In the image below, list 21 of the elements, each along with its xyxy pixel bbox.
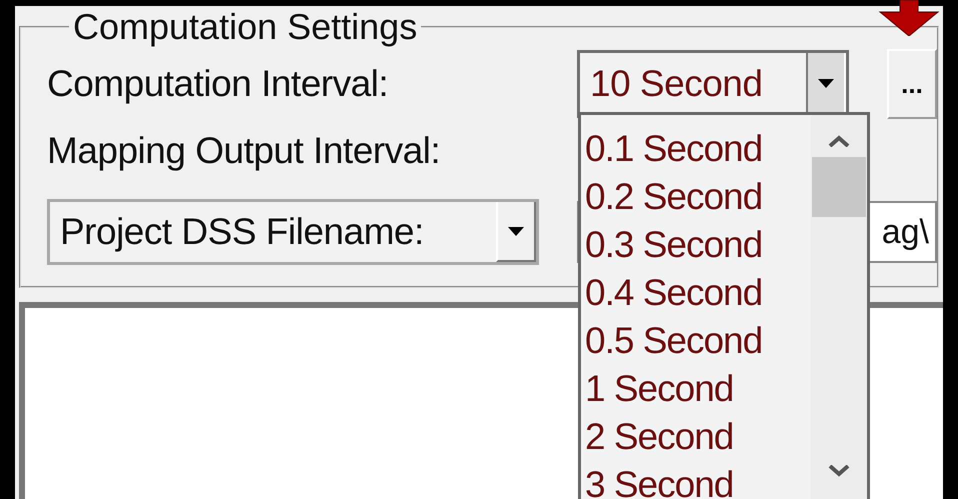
dropdown-option[interactable]: 1 Second xyxy=(581,365,811,413)
scroll-down-icon[interactable] xyxy=(828,465,850,477)
caret-icon xyxy=(508,226,524,236)
scroll-thumb[interactable] xyxy=(812,157,866,217)
dropdown-option[interactable]: 0.5 Second xyxy=(581,317,811,365)
scrollbar[interactable] xyxy=(811,115,867,499)
arrow-icon xyxy=(878,0,940,36)
dropdown-option[interactable]: 0.3 Second xyxy=(581,221,811,269)
dropdown-option[interactable]: 0.2 Second xyxy=(581,173,811,221)
field-label: Computation Interval: xyxy=(47,63,390,105)
group-title: Computation Settings xyxy=(72,6,418,48)
caret-icon xyxy=(818,78,834,88)
dropdown-option[interactable]: 0.4 Second xyxy=(581,269,811,317)
dropdown-option[interactable]: 3 Second xyxy=(581,461,811,499)
dropdown-option[interactable]: 2 Second xyxy=(581,413,811,461)
browse-button[interactable]: ... xyxy=(887,49,937,119)
field-label: Mapping Output Interval: xyxy=(47,130,442,172)
filename-dropdown[interactable]: Project DSS Filename: xyxy=(47,199,539,265)
scroll-up-icon[interactable] xyxy=(828,135,850,147)
dropdown-option[interactable]: 0.1 Second xyxy=(581,125,811,173)
interval-dropdown[interactable]: 10 Second xyxy=(577,50,849,118)
